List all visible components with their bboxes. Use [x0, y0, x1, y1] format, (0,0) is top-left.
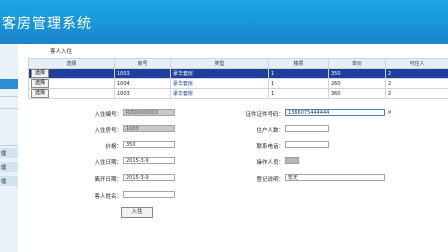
sidebar: 理 理 理	[0, 44, 18, 252]
checkin-count-label: 住户人数：	[256, 128, 284, 134]
checkin-date-label: 入住日期：	[94, 160, 122, 166]
type-cell: 豪华套房	[170, 88, 269, 99]
floor-cell: 1	[268, 68, 329, 79]
price-cell: 350	[328, 68, 386, 79]
sidebar-item-5[interactable]: 理	[0, 176, 18, 186]
price-cell: 360	[328, 88, 386, 99]
select-cell: 选择	[28, 78, 115, 89]
floor-cell: 1	[268, 88, 329, 99]
sidebar-item-active[interactable]	[0, 79, 18, 89]
room-table: 选择 房号 类型 楼层 单价 可住人 选择 1003 豪华套房 1 350 2 …	[28, 58, 448, 99]
guest-name-label: 客人姓名：	[94, 194, 122, 200]
phone-label: 联系电话：	[256, 144, 284, 150]
operator-label: 操作人员：	[256, 160, 284, 166]
price-cell: 260	[328, 78, 386, 89]
id-no-field[interactable]: 1366075444444	[285, 109, 385, 116]
sidebar-divider	[0, 145, 18, 146]
app-title: 客房管理系统	[2, 16, 92, 32]
id-no-label: 证件证件号码：	[245, 112, 284, 118]
floor-cell: 1	[268, 78, 329, 89]
select-cell: 选择	[28, 68, 115, 79]
checkin-date-field[interactable]: 2015-3-9	[123, 157, 175, 164]
checkout-date-field[interactable]: 2015-3-9	[123, 174, 175, 181]
sidebar-item-4[interactable]: 理	[0, 162, 18, 172]
clear-icon[interactable]: ×	[387, 109, 392, 116]
table-row[interactable]: 选择 1004 豪华套房 1 260 2	[28, 78, 448, 89]
select-cell: 选择	[28, 88, 115, 99]
operator-field	[285, 157, 299, 164]
checkin-submit-button[interactable]: 入住	[121, 207, 153, 218]
room-no-label: 入住房号：	[94, 128, 122, 134]
capacity-cell: 2	[385, 78, 448, 89]
table-row[interactable]: 选择 1003 豪华套房 1 350 2	[28, 68, 448, 79]
remark-field[interactable]: 暂无	[285, 174, 385, 181]
price-field[interactable]: 350	[123, 141, 175, 148]
select-button[interactable]: 选择	[31, 89, 50, 98]
table-row[interactable]: 选择 1003 豪华套房 1 360 2	[28, 88, 448, 99]
checkin-no-label: 入住编号：	[94, 112, 122, 118]
room-cell: 1003	[114, 88, 171, 99]
phone-field[interactable]	[285, 141, 329, 148]
type-cell: 豪华套房	[170, 68, 269, 79]
capacity-cell: 2	[385, 88, 448, 99]
remark-label: 登记说明：	[256, 177, 284, 183]
sidebar-item-2[interactable]	[0, 109, 18, 119]
price-label: 价格：	[105, 144, 122, 150]
room-cell: 1004	[114, 78, 171, 89]
select-button[interactable]: 选择	[31, 69, 50, 78]
select-button[interactable]: 选择	[31, 79, 50, 88]
app-header: 客房管理系统	[0, 0, 448, 44]
col-header-capacity: 可住人	[385, 58, 448, 69]
type-cell: 豪华套房	[170, 78, 269, 89]
guest-name-field[interactable]	[123, 191, 175, 198]
col-header-price: 单价	[328, 58, 386, 69]
breadcrumb: 客人入住	[50, 49, 73, 55]
sidebar-item-3[interactable]: 理	[0, 148, 18, 158]
room-no-field: 1003	[123, 125, 175, 132]
col-header-floor: 楼层	[268, 58, 329, 69]
col-header-room: 房号	[114, 58, 171, 69]
col-header-type: 类型	[170, 58, 269, 69]
table-header-row: 选择 房号 类型 楼层 单价 可住人	[28, 58, 448, 69]
checkout-date-label: 离开日期：	[94, 177, 122, 183]
capacity-cell: 2	[385, 68, 448, 79]
sidebar-item-1[interactable]	[0, 97, 18, 107]
checkin-count-field[interactable]	[285, 125, 329, 132]
room-cell: 1003	[114, 68, 171, 79]
checkin-no-field: RZ00000003	[123, 109, 175, 116]
col-header-select: 选择	[28, 58, 115, 69]
